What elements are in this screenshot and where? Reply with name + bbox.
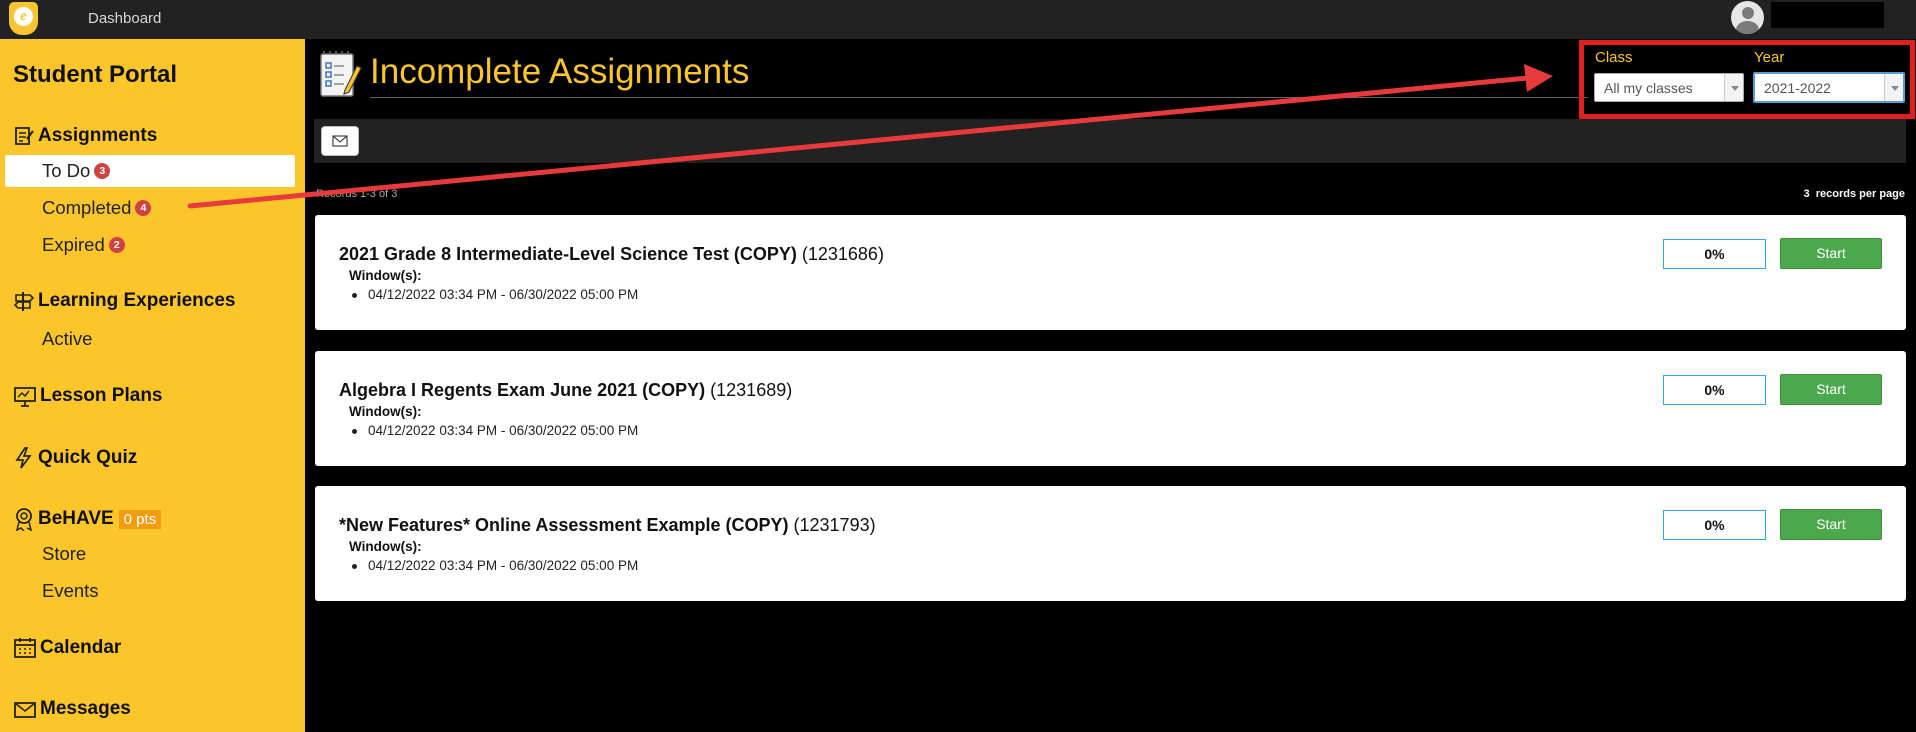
assignment-title[interactable]: Algebra I Regents Exam June 2021 (COPY) … [339,380,792,401]
sidebar-section-label: Assignments [38,125,158,146]
behave-points-badge: 0 pts [118,509,162,529]
window-dates: 04/12/2022 03:34 PM - 06/30/2022 05:00 P… [351,423,639,438]
window-dates: 04/12/2022 03:34 PM - 06/30/2022 05:00 P… [351,287,639,302]
title-divider [370,97,1588,98]
chevron-down-icon [1884,74,1903,101]
sidebar-section-learning-experiences[interactable]: Learning Experiences [13,290,235,312]
assignment-id: (1231793) [793,515,876,535]
start-button[interactable]: Start [1780,374,1882,405]
sidebar-section-calendar[interactable]: Calendar [13,637,121,659]
signpost-icon [13,292,35,311]
sidebar-section-label: BeHAVE [38,508,114,529]
assignment-id: (1231686) [801,244,884,264]
sidebar-item-label: Store [42,543,87,564]
window-dates: 04/12/2022 03:34 PM - 06/30/2022 05:00 P… [351,558,639,573]
assignments-icon [15,127,34,145]
expired-count-badge: 2 [108,237,125,253]
sidebar-section-assignments[interactable]: Assignments [13,125,157,147]
assignment-title[interactable]: 2021 Grade 8 Intermediate-Level Science … [339,244,884,265]
app-logo[interactable]: e [9,2,38,35]
envelope-icon [332,135,348,147]
sidebar-item-label: Events [42,580,99,601]
assignment-card: *New Features* Online Assessment Example… [315,486,1906,601]
sidebar-title: Student Portal [13,61,178,88]
start-button[interactable]: Start [1780,238,1882,269]
progress-indicator: 0% [1663,239,1766,269]
sidebar-section-behave[interactable]: BeHAVE 0 pts [13,507,162,531]
year-select-value: 2021-2022 [1764,80,1831,96]
completed-count-badge: 4 [135,200,152,216]
sidebar-item-store[interactable]: Store [42,543,86,565]
sidebar-item-label: Active [42,328,93,349]
progress-indicator: 0% [1663,375,1766,405]
todo-count-badge: 3 [94,163,111,179]
user-avatar[interactable] [1731,1,1764,34]
sidebar-item-completed[interactable]: Completed 4 [42,197,152,219]
top-bar: e Dashboard [0,0,1916,39]
lightning-icon [15,447,32,469]
sidebar-section-messages[interactable]: Messages [13,698,131,720]
sidebar-section-label: Messages [40,698,131,719]
assignment-card: Algebra I Regents Exam June 2021 (COPY) … [315,351,1906,466]
sidebar-section-label: Learning Experiences [38,290,236,311]
sidebar-item-label: Expired [42,234,105,255]
records-count: Records 1-3 of 3 [316,188,398,200]
sidebar-item-expired[interactable]: Expired 2 [42,234,125,256]
records-per-page[interactable]: 3 records per page [1803,188,1905,200]
assignment-title[interactable]: *New Features* Online Assessment Example… [339,515,876,536]
start-button[interactable]: Start [1780,509,1882,540]
window-label: Window(s): [349,268,422,283]
window-label: Window(s): [349,404,422,419]
year-select[interactable]: 2021-2022 [1753,72,1905,103]
sidebar-item-events[interactable]: Events [42,580,99,602]
assignment-id: (1231689) [710,380,793,400]
sidebar: Student Portal Assignments To Do 3 Compl… [0,39,305,732]
envelope-icon [14,702,36,718]
toolbar [314,119,1906,163]
class-select[interactable]: All my classes [1594,73,1744,102]
sidebar-item-active[interactable]: Active [42,328,92,350]
sidebar-section-lesson-plans[interactable]: Lesson Plans [13,385,163,407]
assignment-card: 2021 Grade 8 Intermediate-Level Science … [315,215,1906,330]
sidebar-item-label: Completed [42,197,132,218]
calendar-icon [14,638,36,658]
sidebar-section-label: Calendar [40,637,122,658]
class-select-value: All my classes [1604,80,1693,96]
presentation-icon [14,387,36,407]
award-icon [15,508,33,531]
notepad-icon [318,50,362,103]
class-filter-label: Class [1595,49,1633,66]
progress-indicator: 0% [1663,510,1766,540]
dashboard-link[interactable]: Dashboard [88,10,161,27]
sidebar-section-label: Quick Quiz [38,447,138,468]
sidebar-item-todo[interactable]: To Do 3 [42,160,111,182]
sidebar-section-quick-quiz[interactable]: Quick Quiz [13,447,137,469]
per-page-label: records per page [1815,188,1905,200]
email-button[interactable] [321,126,359,156]
page-title: Incomplete Assignments [370,52,750,91]
sidebar-section-label: Lesson Plans [40,385,163,406]
chevron-down-icon [1724,74,1743,101]
sidebar-item-label: To Do [42,160,91,181]
year-filter-label: Year [1754,49,1785,66]
per-page-count: 3 [1803,188,1810,200]
window-label: Window(s): [349,539,422,554]
redacted-username [1771,2,1884,28]
